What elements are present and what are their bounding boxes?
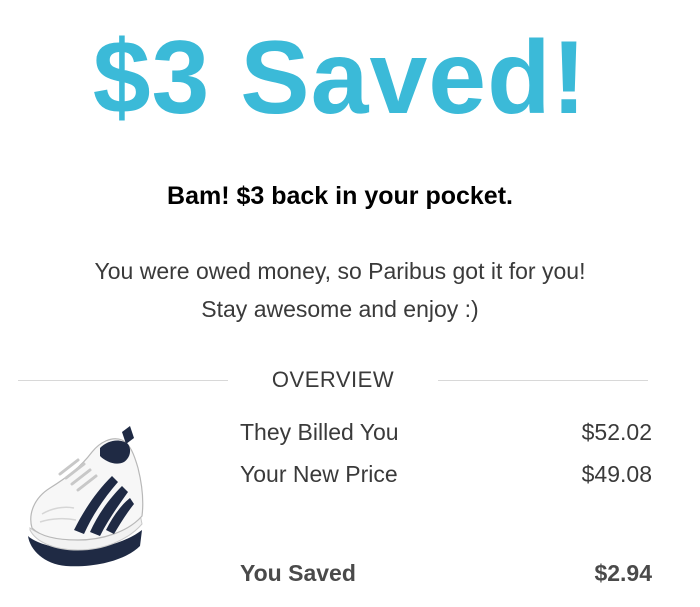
subhead: Bam! $3 back in your pocket. — [167, 182, 513, 210]
headline: $3 Saved! — [92, 20, 588, 136]
running-shoe-image — [28, 426, 144, 567]
message-line-1: You were owed money, so Paribus got it f… — [94, 258, 586, 284]
new-price-value: $49.08 — [581, 461, 652, 487]
divider-right — [438, 380, 648, 381]
saved-label: You Saved — [240, 560, 356, 586]
new-price-label: Your New Price — [240, 461, 398, 487]
overview-heading: OVERVIEW — [271, 367, 395, 392]
billed-value: $52.02 — [581, 419, 652, 445]
message-line-2: Stay awesome and enjoy :) — [201, 296, 479, 322]
billed-label: They Billed You — [240, 419, 399, 445]
divider-left — [18, 380, 228, 381]
saved-value: $2.94 — [594, 560, 652, 586]
